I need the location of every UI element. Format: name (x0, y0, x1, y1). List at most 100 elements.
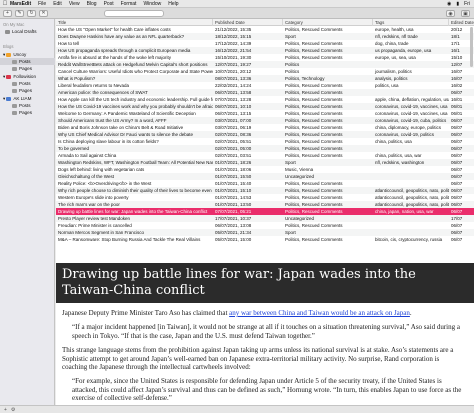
table-row[interactable]: Antifa fire is absurd at the hands of th… (56, 54, 474, 61)
preview-icon[interactable]: ◉ (446, 10, 455, 17)
menu-help[interactable]: Help (168, 1, 178, 7)
table-row[interactable]: Reddit WallStreetBets attack on Hedgefun… (56, 61, 474, 68)
cell-edited-date: 06/07 (451, 118, 463, 123)
sidebar-item-local-drafts[interactable]: Local Drafts (0, 28, 55, 35)
cell-category: Politics, Rescued Comments (285, 153, 343, 158)
table-scrollbar[interactable] (470, 27, 473, 67)
table-row[interactable]: Armada to Sail against China 02/07/2021, … (56, 152, 474, 159)
table-row[interactable]: Cancel Culture Warriors: Useful Idiots w… (56, 68, 474, 75)
cell-title: Gleichschaltung of the West (58, 174, 114, 179)
chevron-down-icon[interactable]: ▾ (3, 52, 5, 58)
cell-tags: coronavirus, covid-19, cuba, politics (375, 118, 447, 123)
table-row[interactable]: Does Dwayne Haskins have any value as an… (56, 33, 474, 40)
column-category[interactable]: Category (283, 19, 373, 26)
pages-icon (12, 110, 17, 115)
menu-window[interactable]: Window (143, 1, 161, 7)
table-row[interactable]: How US propaganda spreads through a comp… (56, 47, 474, 54)
table-row[interactable]: Presto Player review test Mandoken 17/07/… (56, 215, 474, 222)
clock-text[interactable]: Fri (464, 1, 470, 7)
media-icon[interactable]: ▣ (461, 10, 470, 17)
cell-tags: china, politics, usa, war (375, 153, 422, 158)
column-published-date[interactable]: Published Date (213, 19, 283, 26)
table-row[interactable]: Western Europe's slide into poverty 01/07… (56, 194, 474, 201)
cell-category: Politics (285, 62, 300, 67)
sidebar-blog-ak-liam[interactable]: ▾ AK LIAM (0, 95, 55, 102)
cell-published-date: 12/07/2021, 19:27 (215, 62, 252, 67)
wifi-icon[interactable]: ◉ (447, 1, 451, 7)
menu-file[interactable]: File (38, 1, 46, 7)
cell-published-date: 22/02/2021, 14:24 (215, 83, 252, 88)
table-row[interactable]: Biden and Boris Johnson take on China's … (56, 124, 474, 131)
chevron-down-icon[interactable]: ▾ (3, 96, 5, 102)
chevron-down-icon[interactable]: ▾ (3, 74, 5, 80)
table-row[interactable]: To be governed 02/07/2021, 05:00 Politics,… (56, 145, 474, 152)
refresh-icon[interactable]: ↻ (27, 9, 36, 17)
trash-icon[interactable]: ✕ (39, 9, 48, 17)
table-row[interactable]: M&A – Ransomware: Stop Burning Russia An… (56, 236, 474, 243)
table-row[interactable]: Is China deploying slave labour in its c… (56, 138, 474, 145)
sidebar-blog-uncoy[interactable]: ▾ Uncoy (0, 51, 55, 58)
article-link[interactable]: any war between China and Taiwan would b… (229, 309, 410, 317)
cell-category: Politics, Rescued Comments (285, 237, 343, 242)
menu-blog[interactable]: Blog (87, 1, 97, 7)
menu-view[interactable]: View (69, 1, 80, 7)
table-row[interactable]: Reality Police: <b>Overdriving</b> in th… (56, 180, 474, 187)
table-row[interactable]: Liberal feudalism returns to Nevada 22/02… (56, 82, 474, 89)
table-row[interactable]: Should Americans trust the US Army? In a… (56, 117, 474, 124)
pages-icon (12, 88, 17, 93)
sidebar-blog-followision[interactable]: ▾ Followision (0, 73, 55, 80)
cell-tags: dog, china, trade (375, 41, 409, 46)
cell-edited-date: 06/07 (451, 181, 463, 186)
sidebar-item-followision-posts[interactable]: Posts (0, 80, 55, 87)
cell-category: Politics, Rescued Comments (285, 188, 343, 193)
column-edited-date[interactable]: Edited Date (449, 19, 474, 26)
table-row[interactable]: Norman Mercos Segment in San Francisco 05… (56, 229, 474, 236)
menu-app[interactable]: MarsEdit (10, 1, 31, 7)
column-tags[interactable]: Tags (373, 19, 449, 26)
table-row[interactable]: American police: the consequences of SWA… (56, 89, 474, 96)
menu-edit[interactable]: Edit (53, 1, 62, 7)
table-row[interactable]: Washington Redskins, WFT, Washington Foo… (56, 159, 474, 166)
table-row[interactable]: Why rich people choose to diminish their… (56, 187, 474, 194)
table-row[interactable]: Gleichschaltung of the West 01/07/2021, 1… (56, 173, 474, 180)
search-input[interactable] (104, 10, 164, 17)
table-row[interactable]: Drawing up battle lines for war: Japan w… (56, 208, 474, 215)
post-blockquote: “For example, since the United States is… (72, 377, 462, 403)
new-post-icon[interactable]: + (3, 9, 12, 17)
cell-tags (373, 180, 449, 187)
sidebar-item-ak-liam-pages[interactable]: Pages (0, 109, 55, 116)
table-row[interactable]: Freudian: Prime Minister is cancelled 06/… (56, 222, 474, 229)
table-row[interactable]: What is Populism? 08/07/2021, 13:36 Politi… (56, 75, 474, 82)
cell-published-date: 01/07/2021, 14:53 (215, 195, 252, 200)
table-row[interactable]: How to tell 17/12/2022, 14:39 Politics, Re… (56, 40, 474, 47)
cell-category: Politics, Rescued Comments (285, 83, 343, 88)
battery-icon[interactable]: ▮ (456, 1, 459, 7)
sidebar-item-followision-pages[interactable]: Pages (0, 87, 55, 94)
cell-category: Sport (285, 230, 296, 235)
sidebar-item-ak-liam-posts[interactable]: Posts (0, 102, 55, 109)
apple-icon[interactable]:  (0, 1, 10, 7)
table-row[interactable]: Dogs left behind: living with vegetarian… (56, 166, 474, 173)
table-row[interactable]: Why US Chief Medical Advisor Dr Fauci wa… (56, 131, 474, 138)
menu-format[interactable]: Format (121, 1, 137, 7)
posts-icon (12, 81, 17, 86)
settings-icon[interactable]: ⚙ (11, 407, 15, 413)
cell-edited-date: 06/07 (451, 132, 463, 137)
cell-edited-date: 17/07 (451, 216, 463, 221)
column-title[interactable]: Title (56, 19, 213, 26)
paragraph-text: . (409, 309, 412, 317)
table-row[interactable]: How the US Covid-19 vaccines work and wh… (56, 103, 474, 110)
add-icon[interactable]: + (4, 407, 7, 413)
cell-title: Biden and Boris Johnson take on China's … (58, 125, 184, 130)
table-row[interactable]: Welcome to Germany: A Pandemic Wasteland… (56, 110, 474, 117)
sidebar-item-uncoy-posts[interactable]: Posts (0, 58, 55, 65)
sidebar-item-uncoy-pages[interactable]: Pages (0, 65, 55, 72)
menu-post[interactable]: Post (104, 1, 114, 7)
edit-icon[interactable]: ✎ (15, 9, 24, 17)
table-row[interactable]: How Apple can kill the US tech industry … (56, 96, 474, 103)
table-row[interactable]: The rich man's war on the poor 01/07/2021… (56, 201, 474, 208)
menu-bar:  MarsEdit File Edit View Blog Post Form… (0, 0, 474, 8)
cell-title: To be governed (58, 146, 90, 151)
cell-title: Norman Mercos Segment in San Francisco (58, 230, 145, 235)
table-row[interactable]: How the US "Open Market" for health Care… (56, 26, 474, 33)
